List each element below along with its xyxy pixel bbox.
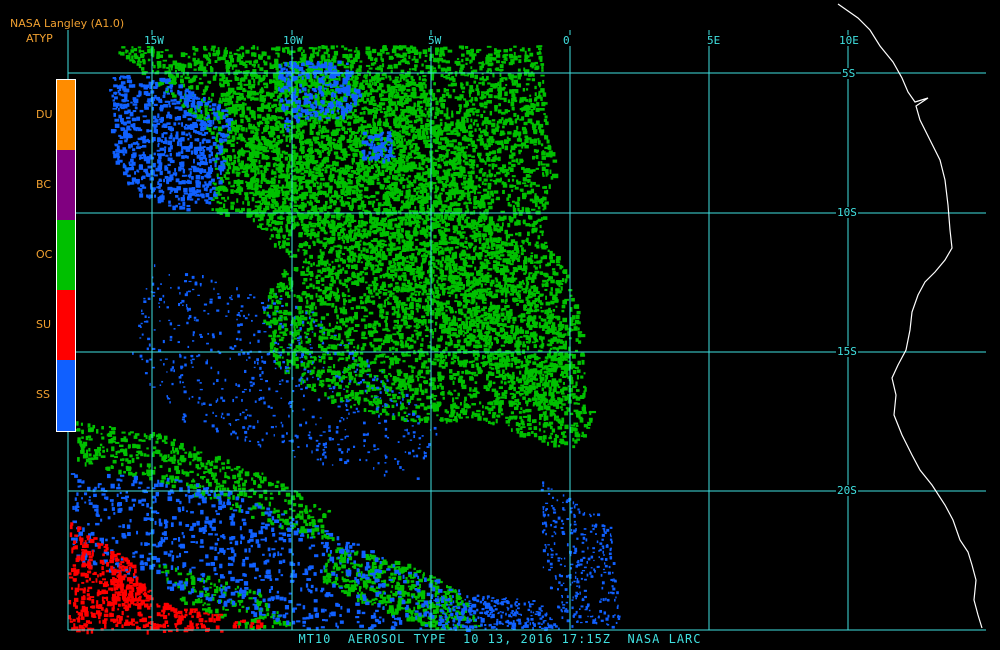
lon-label-5w: 5W [427,34,443,47]
lon-label-15w: 15W [143,34,165,47]
product-title: NASA Langley (A1.0) [10,17,125,30]
lat-label-10s: 10S [836,206,858,219]
legend-seg-su [57,290,75,360]
legend-label-bc: BC [36,178,52,191]
legend-color-bar [56,79,76,432]
aerosol-map [67,3,986,635]
footer-caption: MT10 AEROSOL TYPE 10 13, 2016 17:15Z NAS… [298,632,702,646]
legend-label-du: DU [36,108,53,121]
legend-label-ss: SS [36,388,50,401]
lat-label-15s: 15S [836,345,858,358]
lat-label-20s: 20S [836,484,858,497]
legend-seg-du [57,80,75,150]
legend-label-oc: OC [36,248,53,261]
aerosol-pixel-layer [68,45,621,635]
field-code: ATYP [26,32,53,45]
lon-label-0: 0 [562,34,571,47]
legend-label-su: SU [36,318,52,331]
lon-label-10e: 10E [838,34,860,47]
legend-seg-oc [57,220,75,290]
lon-label-5e: 5E [706,34,722,47]
legend-seg-bc [57,150,75,220]
coastline [837,3,983,629]
lon-label-10w: 10W [282,34,304,47]
lat-label-5s: 5S [841,67,857,80]
legend-seg-ss [57,360,75,431]
